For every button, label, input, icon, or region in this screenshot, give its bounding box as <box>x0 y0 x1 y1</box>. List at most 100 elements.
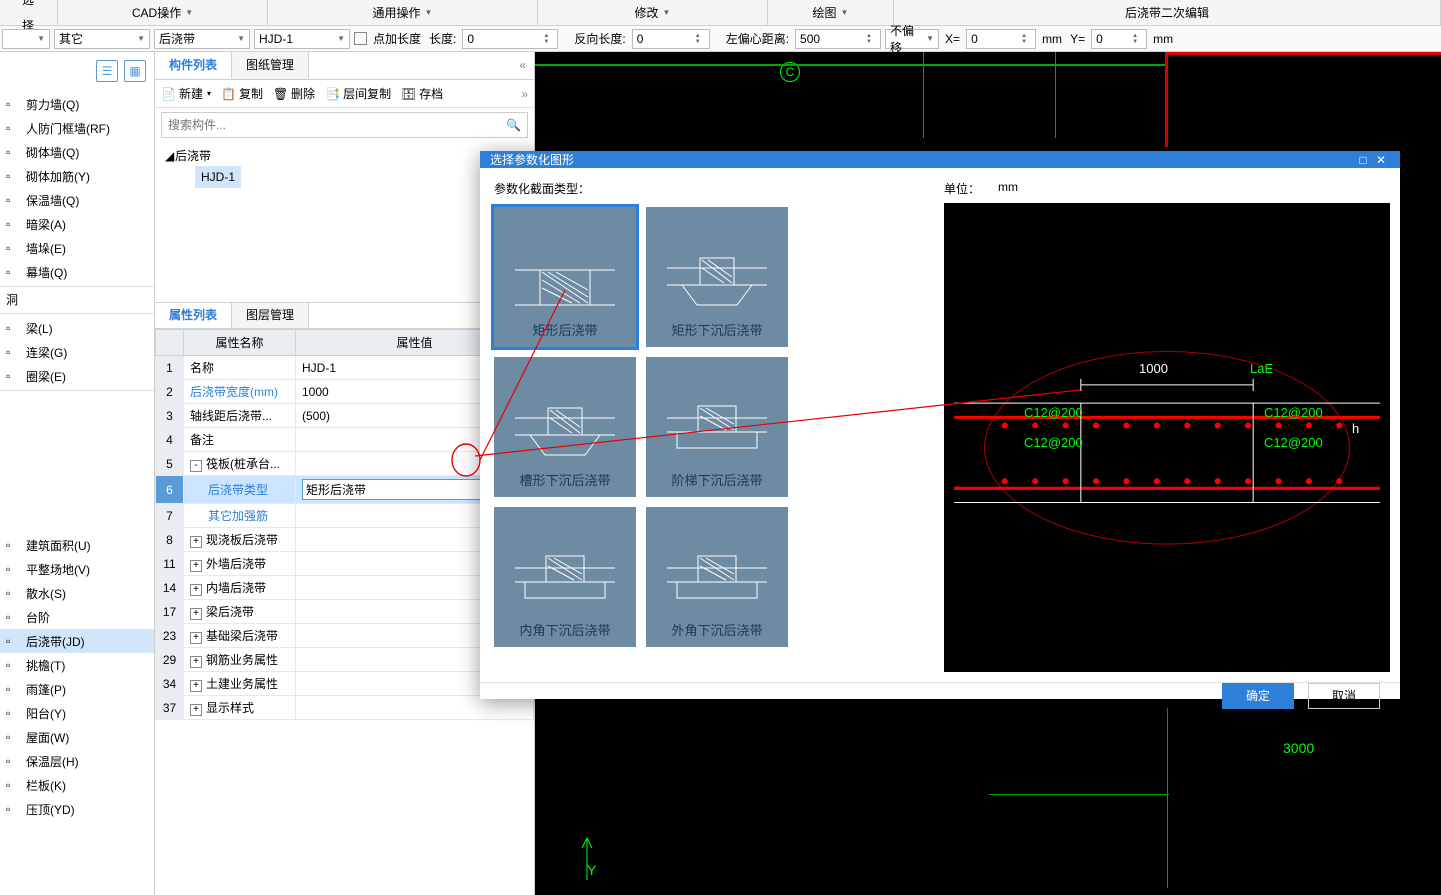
search-icon[interactable]: 🔍 <box>506 118 521 132</box>
sidebar-item[interactable]: ▫砌体加筋(Y) <box>0 164 154 188</box>
cmd-new[interactable]: 📄新建▾ <box>161 85 211 102</box>
property-row[interactable]: 17+梁后浇带 <box>156 600 534 624</box>
property-row[interactable]: 37+显示样式 <box>156 696 534 720</box>
y-input[interactable]: 0▲▼ <box>1091 29 1147 49</box>
cmd-floorcopy[interactable]: 📑层间复制 <box>325 85 391 102</box>
sidebar-item[interactable]: ▫台阶 <box>0 605 154 629</box>
sidebar-item[interactable]: ▫阳台(Y) <box>0 701 154 725</box>
cmd-copy[interactable]: 📋复制 <box>221 85 263 102</box>
property-row[interactable]: 1名称HJD-1 <box>156 356 534 380</box>
sidebar-item[interactable]: ▫雨篷(P) <box>0 677 154 701</box>
expand-icon[interactable]: + <box>190 704 202 716</box>
section-thumb[interactable]: 矩形后浇带 <box>494 207 636 347</box>
sidebar-item[interactable]: ▫连梁(G) <box>0 340 154 364</box>
section-thumb[interactable]: 槽形下沉后浇带 <box>494 357 636 497</box>
sidebar-item[interactable]: ▫散水(S) <box>0 581 154 605</box>
property-row[interactable]: 29+钢筋业务属性 <box>156 648 534 672</box>
sidebar-item[interactable]: ▫栏板(K) <box>0 773 154 797</box>
expand-icon[interactable]: + <box>190 560 202 572</box>
property-row[interactable]: 23+基础梁后浇带 <box>156 624 534 648</box>
property-row[interactable]: 14+内墙后浇带 <box>156 576 534 600</box>
sidebar-item[interactable]: ▫屋面(W) <box>0 725 154 749</box>
menu-cad[interactable]: CAD操作▼ <box>58 0 268 25</box>
expand-icon[interactable]: - <box>190 460 202 472</box>
cancel-button[interactable]: 取消 <box>1308 683 1380 709</box>
property-row[interactable]: 11+外墙后浇带 <box>156 552 534 576</box>
menu-select[interactable]: 选择 <box>0 0 58 25</box>
sidebar-item[interactable]: ▫保温层(H) <box>0 749 154 773</box>
sidebar-item[interactable]: ▫建筑面积(U) <box>0 533 154 557</box>
cmd-delete[interactable]: 🗑删除 <box>273 85 315 102</box>
x-input[interactable]: 0▲▼ <box>966 29 1036 49</box>
sidebar-item[interactable]: ▫剪力墙(Q) <box>0 92 154 116</box>
searchbox[interactable]: 🔍 <box>161 112 528 138</box>
sidebar-item[interactable]: ▫人防门框墙(RF) <box>0 116 154 140</box>
menu-modify[interactable]: 修改▼ <box>538 0 768 25</box>
sidebar-item[interactable]: ▫梁(L) <box>0 316 154 340</box>
sidebar-item-label: 砌体墙(Q) <box>26 144 79 161</box>
len-input[interactable]: 0▲▼ <box>462 29 558 49</box>
offset-dd[interactable]: 不偏移▼ <box>885 29 939 49</box>
tab-layer-mgmt[interactable]: 图层管理 <box>232 303 309 328</box>
cmdbar-more-icon[interactable]: » <box>521 87 528 101</box>
sidebar-item[interactable]: ▫压顶(YD) <box>0 797 154 821</box>
sidebar-item[interactable]: ▫暗梁(A) <box>0 212 154 236</box>
expand-icon[interactable]: + <box>190 656 202 668</box>
tree-child-hjd1[interactable]: HJD-1 <box>195 166 241 188</box>
cmd-archive[interactable]: 🗄存档 <box>401 85 443 102</box>
expand-icon[interactable]: + <box>190 536 202 548</box>
property-row[interactable]: 2后浇带宽度(mm)1000 <box>156 380 534 404</box>
sidebar-item[interactable]: ▫平整场地(V) <box>0 557 154 581</box>
expand-icon[interactable]: + <box>190 584 202 596</box>
sidebar-item-label: 剪力墙(Q) <box>26 96 79 113</box>
sidebar-item[interactable]: ▫圈梁(E) <box>0 364 154 388</box>
property-row[interactable]: 5-筏板(桩承台... <box>156 452 534 476</box>
toolbar-dd3[interactable]: 后浇带▼ <box>154 29 250 49</box>
expand-icon[interactable]: + <box>190 608 202 620</box>
component-icon: ▫ <box>6 586 20 600</box>
chk-point-length[interactable] <box>354 32 367 45</box>
panel-collapse-icon[interactable]: « <box>511 52 534 79</box>
sidebar-item[interactable]: ▫挑檐(T) <box>0 653 154 677</box>
expand-icon[interactable]: + <box>190 680 202 692</box>
property-row[interactable]: 7其它加强筋 <box>156 504 534 528</box>
sidebar-item[interactable]: ▫后浇带(JD) <box>0 629 154 653</box>
toolbar-dd4[interactable]: HJD-1▼ <box>254 29 350 49</box>
tab-component-list[interactable]: 构件列表 <box>155 52 232 79</box>
tree-root[interactable]: ◢后浇带 <box>165 146 524 166</box>
row-number: 8 <box>156 528 184 552</box>
menu-draw[interactable]: 绘图▼ <box>768 0 894 25</box>
section-thumb[interactable]: 阶梯下沉后浇带 <box>646 357 788 497</box>
section-thumb[interactable]: 外角下沉后浇带 <box>646 507 788 647</box>
sidebar-item[interactable]: ▫幕墙(Q) <box>0 260 154 284</box>
property-row[interactable]: 6后浇带类型矩形后浇带⋯ <box>156 476 534 504</box>
sidebar-item[interactable]: ▫墙垛(E) <box>0 236 154 260</box>
grid-view-icon[interactable]: ▦ <box>124 60 146 82</box>
expand-icon[interactable]: + <box>190 632 202 644</box>
component-icon: ▫ <box>6 610 20 624</box>
property-row[interactable]: 3轴线距后浇带...(500) <box>156 404 534 428</box>
prop-value-edit[interactable]: 矩形后浇带 <box>302 479 503 500</box>
left-input[interactable]: 500▲▼ <box>795 29 881 49</box>
sidebar-item[interactable]: ▫保温墙(Q) <box>0 188 154 212</box>
rev-input[interactable]: 0▲▼ <box>632 29 710 49</box>
menu-general[interactable]: 通用操作▼ <box>268 0 538 25</box>
sidebar-item-label: 平整场地(V) <box>26 561 90 578</box>
tab-property-list[interactable]: 属性列表 <box>155 303 232 328</box>
tab-drawing-mgmt[interactable]: 图纸管理 <box>232 52 309 79</box>
search-input[interactable] <box>168 118 506 132</box>
property-row[interactable]: 4备注 <box>156 428 534 452</box>
maximize-icon[interactable]: □ <box>1354 153 1372 167</box>
dialog-titlebar[interactable]: 选择参数化图形 □ ✕ <box>480 151 1400 168</box>
menu-secondary[interactable]: 后浇带二次编辑 <box>894 0 1441 25</box>
property-row[interactable]: 34+土建业务属性 <box>156 672 534 696</box>
toolbar-dd2[interactable]: 其它▼ <box>54 29 150 49</box>
section-thumb[interactable]: 内角下沉后浇带 <box>494 507 636 647</box>
sidebar-item[interactable]: ▫砌体墙(Q) <box>0 140 154 164</box>
ok-button[interactable]: 确定 <box>1222 683 1294 709</box>
close-icon[interactable]: ✕ <box>1372 153 1390 167</box>
section-thumb[interactable]: 矩形下沉后浇带 <box>646 207 788 347</box>
toolbar-dd1[interactable]: ▼ <box>2 29 50 49</box>
list-view-icon[interactable]: ☰ <box>96 60 118 82</box>
property-row[interactable]: 8+现浇板后浇带 <box>156 528 534 552</box>
